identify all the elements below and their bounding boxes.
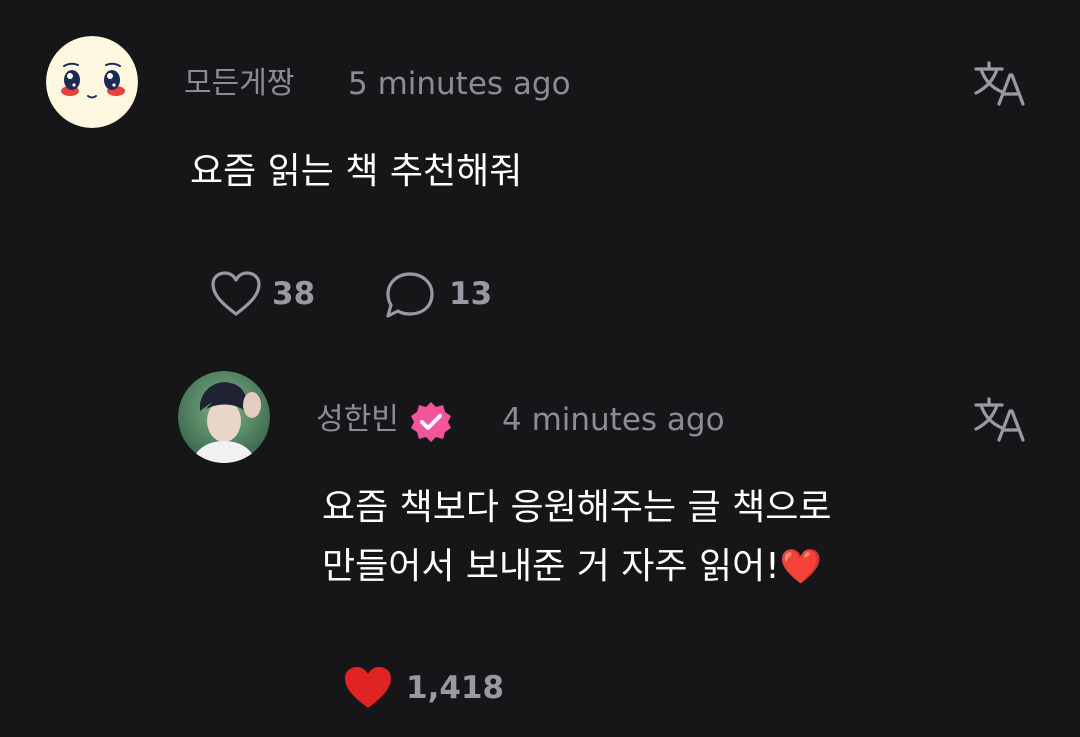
reply-count[interactable]: 13 — [449, 276, 492, 312]
speech-bubble-icon[interactable] — [384, 270, 436, 320]
comment-timestamp: 5 minutes ago — [348, 66, 571, 102]
reply-text-line-1: 요즘 책보다 응원해주는 글 책으로 — [322, 487, 832, 528]
heart-outline-icon[interactable] — [210, 270, 262, 318]
commenter-username[interactable]: 모든게짱 — [184, 66, 294, 102]
heart-filled-icon[interactable] — [342, 664, 394, 712]
reply-text-line-2-content: 만들어서 보내준 거 자주 읽어! — [322, 546, 780, 587]
reply-like-count: 1,418 — [406, 670, 505, 706]
like-count: 38 — [272, 276, 316, 312]
reply-text-line-2: 만들어서 보내준 거 자주 읽어!❤️ — [322, 537, 822, 597]
translate-icon[interactable] — [972, 396, 1028, 444]
replier-username[interactable]: 성한빈 — [316, 402, 399, 438]
reply-timestamp: 4 minutes ago — [502, 402, 725, 438]
commenter-avatar[interactable] — [46, 36, 138, 128]
replier-avatar[interactable] — [178, 371, 270, 463]
comment-text: 요즘 읽는 책 추천해줘 — [190, 151, 523, 192]
red-heart-emoji: ❤️ — [779, 547, 822, 587]
translate-icon[interactable] — [972, 60, 1028, 108]
verified-badge-icon — [409, 400, 453, 444]
